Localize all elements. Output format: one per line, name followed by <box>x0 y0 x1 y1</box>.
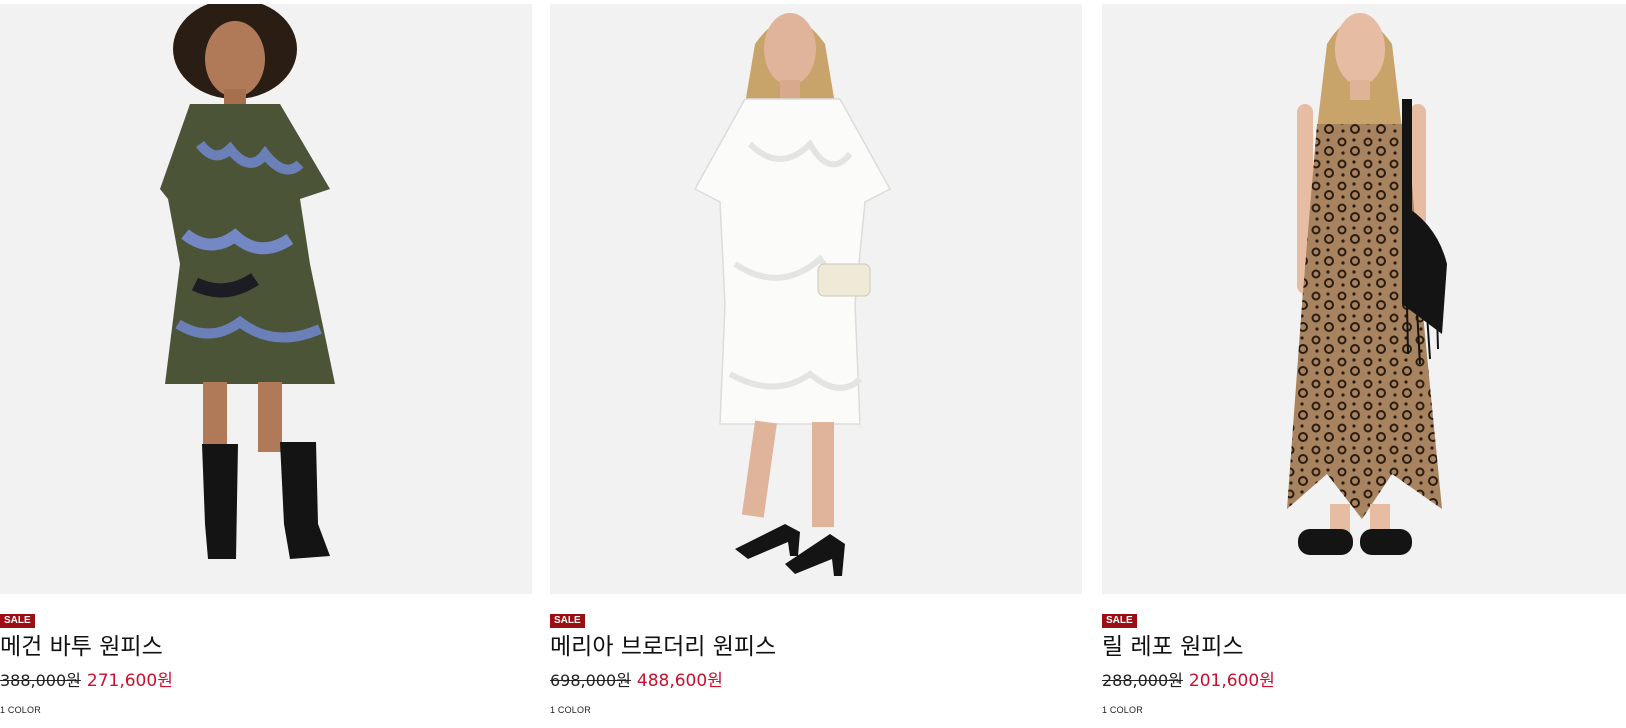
color-count[interactable]: 1 COLOR <box>0 704 41 716</box>
original-price: 288,000원 <box>1102 671 1183 690</box>
product-name[interactable]: 메리아 브로더리 원피스 <box>550 632 776 662</box>
model-photo-illustration <box>1102 4 1626 594</box>
original-price: 698,000원 <box>550 671 631 690</box>
price-block: 388,000원 271,600원 <box>0 669 173 693</box>
price-block: 288,000원 201,600원 <box>1102 669 1275 693</box>
sale-price: 201,600원 <box>1188 671 1275 691</box>
product-card[interactable]: SALE 메건 바투 원피스 388,000원 271,600원 1 COLOR <box>0 4 532 728</box>
sale-price: 271,600원 <box>86 671 173 691</box>
price-block: 698,000원 488,600원 <box>550 669 723 693</box>
color-count[interactable]: 1 COLOR <box>550 704 591 716</box>
original-price: 388,000원 <box>0 671 81 690</box>
product-image[interactable] <box>550 4 1082 594</box>
model-photo-illustration <box>550 4 1082 594</box>
product-image[interactable] <box>1102 4 1626 594</box>
sale-badge: SALE <box>1102 614 1137 628</box>
sale-badge: SALE <box>0 614 35 628</box>
product-name[interactable]: 메건 바투 원피스 <box>0 632 163 662</box>
model-photo-illustration <box>0 4 532 594</box>
product-card[interactable]: SALE 메리아 브로더리 원피스 698,000원 488,600원 1 COL… <box>550 4 1082 728</box>
product-grid: SALE 메건 바투 원피스 388,000원 271,600원 1 COLOR <box>0 0 1626 728</box>
product-image[interactable] <box>0 4 532 594</box>
product-name[interactable]: 릴 레포 원피스 <box>1102 632 1244 662</box>
sale-price: 488,600원 <box>636 671 723 691</box>
color-count[interactable]: 1 COLOR <box>1102 704 1143 716</box>
sale-badge: SALE <box>550 614 585 628</box>
product-card[interactable]: SALE 릴 레포 원피스 288,000원 201,600원 1 COLOR <box>1102 4 1626 728</box>
